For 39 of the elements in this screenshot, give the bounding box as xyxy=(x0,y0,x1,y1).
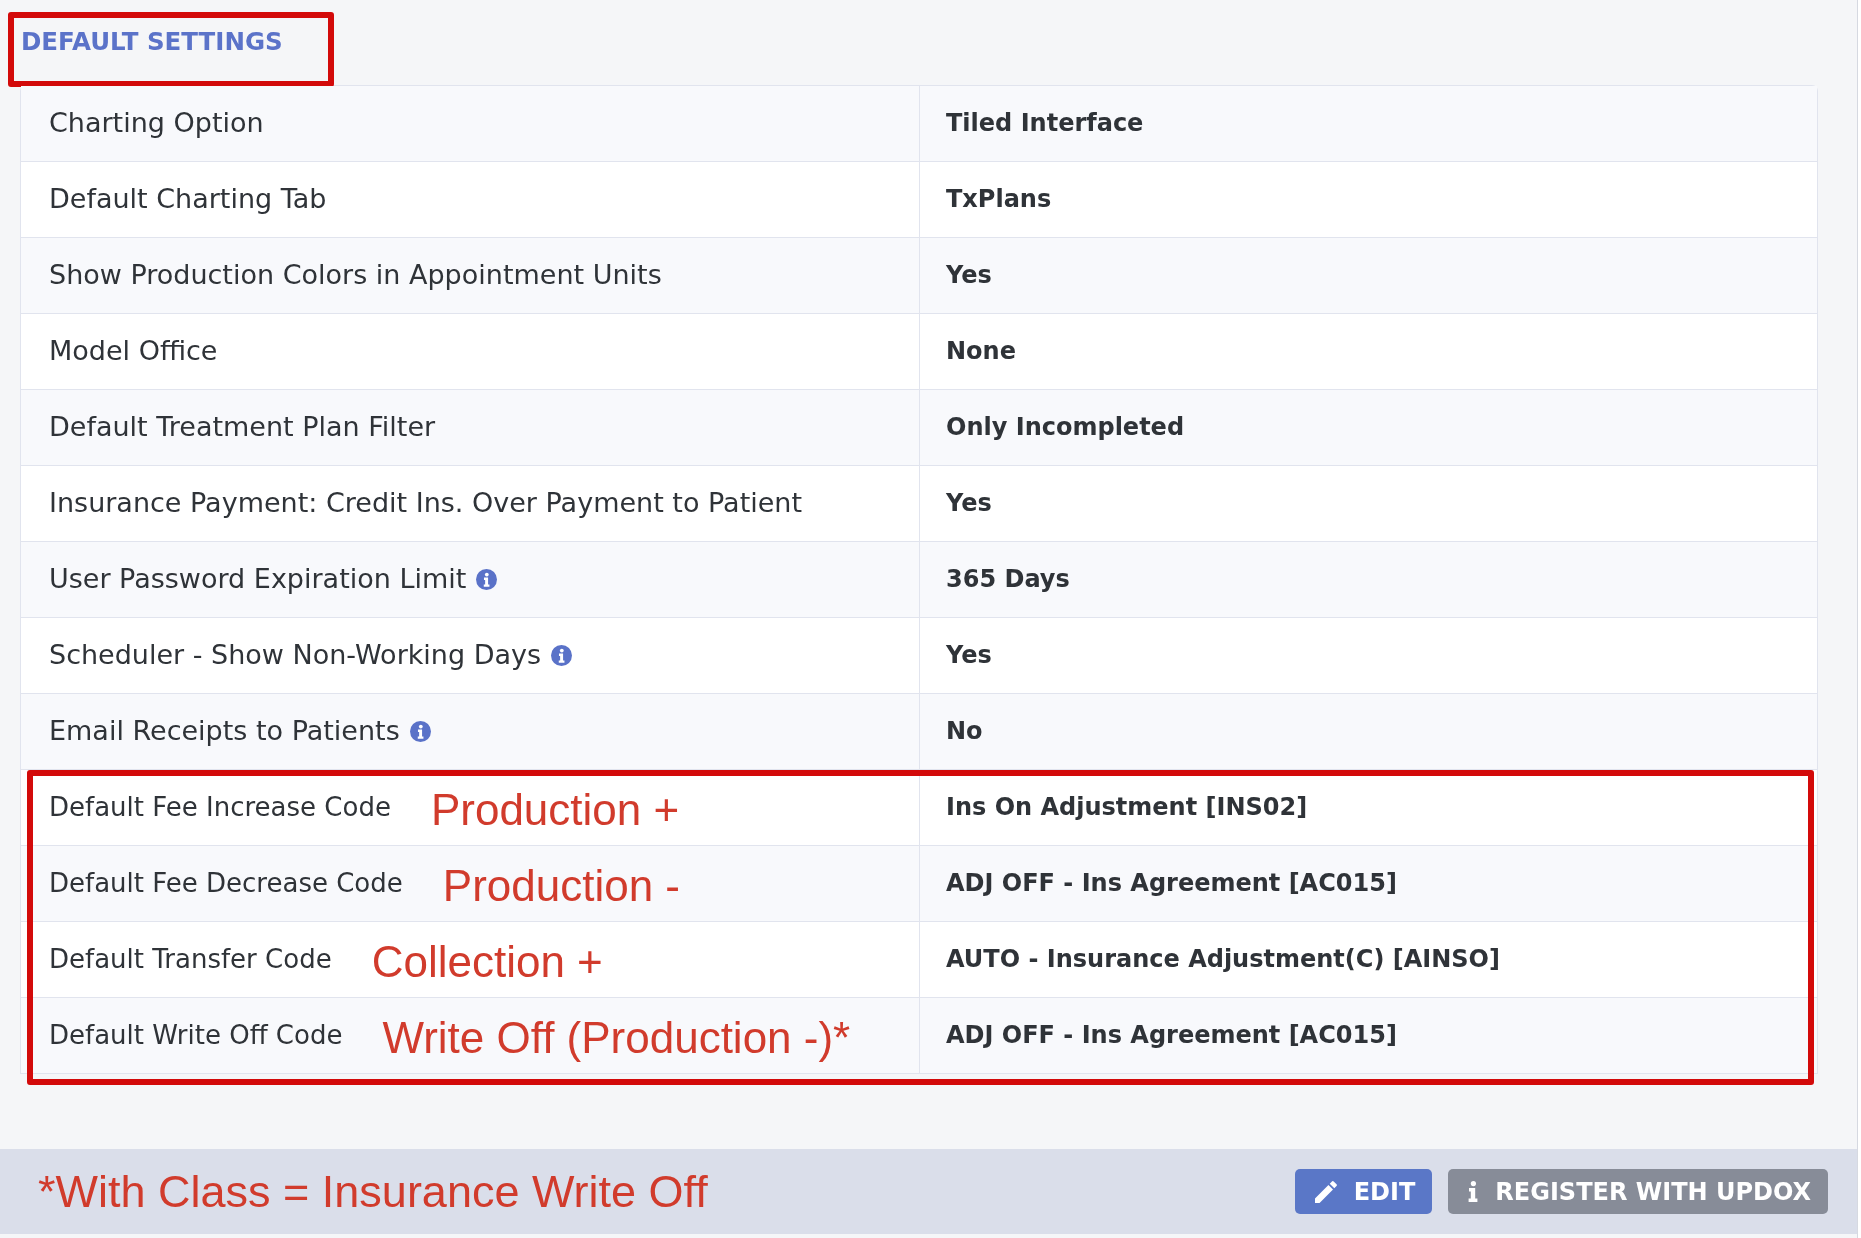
annotation-text: Collection + xyxy=(371,936,603,987)
setting-label: Default Transfer Code xyxy=(49,943,332,976)
info-icon[interactable] xyxy=(476,569,498,590)
info-icon xyxy=(1468,1181,1479,1202)
footnote-text: *With Class = Insurance Write Off xyxy=(38,1166,708,1217)
info-icon[interactable] xyxy=(551,645,573,666)
setting-value: AUTO - Insurance Adjustment(C) [AINSO] xyxy=(946,945,1500,974)
annotation-text: Production + xyxy=(430,784,680,835)
setting-value: Yes xyxy=(946,489,992,518)
setting-value: Ins On Adjustment [INS02] xyxy=(946,793,1308,822)
setting-value: None xyxy=(946,337,1016,366)
setting-label: Show Production Colors in Appointment Units xyxy=(49,259,662,292)
setting-label: Default Charting Tab xyxy=(49,183,327,216)
setting-value: No xyxy=(946,717,983,746)
section-title: DEFAULT SETTINGS xyxy=(21,26,283,57)
setting-value: Yes xyxy=(946,641,992,670)
setting-label: Insurance Payment: Credit Ins. Over Payment to Patient xyxy=(49,487,803,520)
annotation-text: Production - xyxy=(442,860,680,911)
setting-value: 365 Days xyxy=(946,565,1070,594)
setting-label: Default Write Off Code xyxy=(49,1019,343,1052)
setting-label: Default Fee Increase Code xyxy=(49,791,391,824)
setting-value: Tiled Interface xyxy=(946,109,1144,138)
setting-value: TxPlans xyxy=(946,185,1052,214)
setting-label: Default Fee Decrease Code xyxy=(49,867,403,900)
setting-label: Model Office xyxy=(49,335,218,368)
register-button[interactable]: REGISTER WITH UPDOX xyxy=(1448,1169,1828,1214)
annotation-text: Write Off (Production -)* xyxy=(382,1012,851,1063)
edit-button[interactable]: EDIT xyxy=(1294,1169,1433,1214)
setting-label: Default Treatment Plan Filter xyxy=(49,411,436,444)
pencil-icon xyxy=(1314,1180,1337,1203)
setting-label: Scheduler - Show Non-Working Days xyxy=(49,639,542,672)
setting-value: ADJ OFF - Ins Agreement [AC015] xyxy=(946,1021,1397,1050)
setting-value: ADJ OFF - Ins Agreement [AC015] xyxy=(946,869,1397,898)
setting-label: Email Receipts to Patients xyxy=(49,715,400,748)
setting-label: User Password Expiration Limit xyxy=(49,563,467,596)
setting-label: Charting Option xyxy=(49,107,264,140)
setting-value: Only Incompleted xyxy=(946,413,1185,442)
setting-value: Yes xyxy=(946,261,992,290)
info-icon[interactable] xyxy=(409,721,431,742)
